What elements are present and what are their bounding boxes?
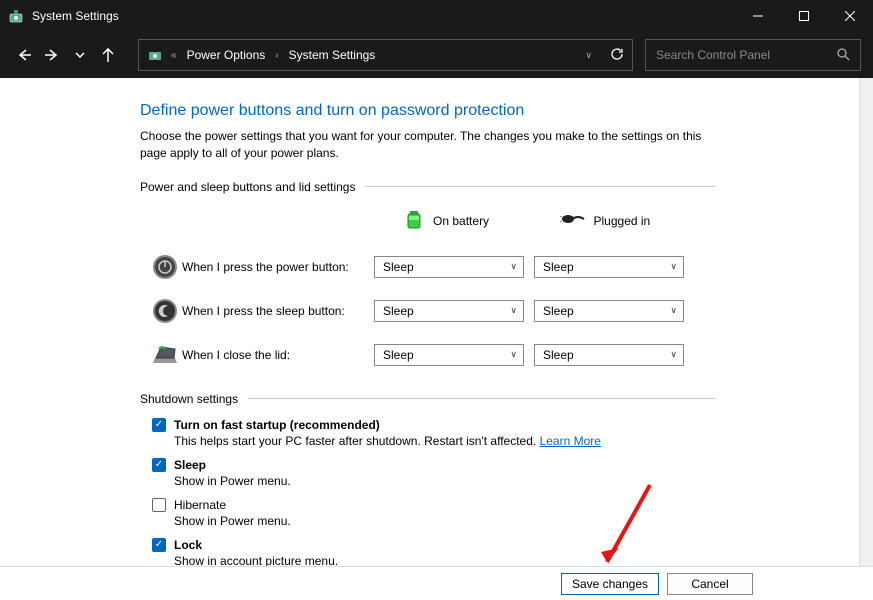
close-button[interactable] bbox=[827, 0, 873, 32]
sleep-item: Sleep Show in Power menu. bbox=[152, 458, 716, 488]
title-bar: System Settings bbox=[0, 0, 873, 32]
row-label: When I close the lid: bbox=[182, 348, 374, 362]
checkbox-label: Turn on fast startup (recommended) bbox=[174, 418, 380, 432]
checkbox-label: Lock bbox=[174, 538, 202, 552]
learn-more-link[interactable]: Learn More bbox=[540, 434, 601, 448]
checkbox-description: Show in Power menu. bbox=[174, 514, 716, 528]
breadcrumb-item[interactable]: Power Options bbox=[185, 48, 268, 62]
footer-bar: Save changes Cancel bbox=[0, 566, 873, 600]
chevron-down-icon: ∨ bbox=[510, 261, 517, 272]
forward-button[interactable] bbox=[40, 43, 64, 67]
page-description: Choose the power settings that you want … bbox=[140, 128, 716, 162]
refresh-button[interactable] bbox=[610, 47, 624, 64]
chevron-down-icon[interactable]: ∨ bbox=[581, 50, 596, 61]
app-icon bbox=[8, 8, 24, 24]
column-label: On battery bbox=[433, 214, 489, 228]
sleep-button-battery-select[interactable]: Sleep ∨ bbox=[374, 300, 524, 322]
page-heading: Define power buttons and turn on passwor… bbox=[140, 102, 716, 120]
cancel-button[interactable]: Cancel bbox=[667, 573, 753, 595]
hibernate-item: Hibernate Show in Power menu. bbox=[152, 498, 716, 528]
checkbox-label: Hibernate bbox=[174, 498, 226, 512]
power-button-battery-select[interactable]: Sleep ∨ bbox=[374, 256, 524, 278]
sleep-button-plugged-select[interactable]: Sleep ∨ bbox=[534, 300, 684, 322]
content-area: Define power buttons and turn on passwor… bbox=[0, 78, 873, 566]
battery-icon bbox=[403, 208, 425, 233]
checkbox-label: Sleep bbox=[174, 458, 206, 472]
address-bar[interactable]: « Power Options › System Settings ∨ bbox=[138, 39, 633, 71]
lid-row: When I close the lid: Sleep ∨ Sleep ∨ bbox=[148, 340, 716, 370]
section-label: Shutdown settings bbox=[140, 392, 238, 406]
checkbox-description: This helps start your PC faster after sh… bbox=[174, 434, 716, 448]
column-label: Plugged in bbox=[594, 214, 651, 228]
row-label: When I press the power button: bbox=[182, 260, 374, 274]
sleep-checkbox[interactable] bbox=[152, 458, 166, 472]
section-label: Power and sleep buttons and lid settings bbox=[140, 180, 355, 194]
chevron-right-icon: › bbox=[271, 50, 282, 61]
fast-startup-checkbox[interactable] bbox=[152, 418, 166, 432]
window-title: System Settings bbox=[32, 9, 119, 23]
plug-icon bbox=[560, 211, 586, 230]
control-panel-icon bbox=[147, 46, 163, 65]
breadcrumb-item[interactable]: System Settings bbox=[287, 48, 378, 62]
chevron-icon: « bbox=[167, 50, 181, 61]
section-header: Shutdown settings bbox=[140, 392, 716, 406]
chevron-down-icon: ∨ bbox=[510, 305, 517, 316]
save-changes-button[interactable]: Save changes bbox=[561, 573, 659, 595]
lid-battery-select[interactable]: Sleep ∨ bbox=[374, 344, 524, 366]
grid-header: On battery Plugged in bbox=[148, 206, 716, 236]
sleep-button-icon bbox=[148, 298, 182, 324]
row-label: When I press the sleep button: bbox=[182, 304, 374, 318]
power-button-icon bbox=[148, 254, 182, 280]
chevron-down-icon: ∨ bbox=[670, 261, 677, 272]
nav-bar: « Power Options › System Settings ∨ bbox=[0, 32, 873, 78]
lid-plugged-select[interactable]: Sleep ∨ bbox=[534, 344, 684, 366]
chevron-down-icon: ∨ bbox=[670, 305, 677, 316]
fast-startup-item: Turn on fast startup (recommended) This … bbox=[152, 418, 716, 448]
lock-item: Lock Show in account picture menu. bbox=[152, 538, 716, 566]
maximize-button[interactable] bbox=[781, 0, 827, 32]
sleep-button-row: When I press the sleep button: Sleep ∨ S… bbox=[148, 296, 716, 326]
search-icon bbox=[836, 47, 850, 64]
power-button-plugged-select[interactable]: Sleep ∨ bbox=[534, 256, 684, 278]
minimize-button[interactable] bbox=[735, 0, 781, 32]
checkbox-description: Show in account picture menu. bbox=[174, 554, 716, 566]
search-input[interactable] bbox=[656, 48, 816, 62]
checkbox-description: Show in Power menu. bbox=[174, 474, 716, 488]
search-box[interactable] bbox=[645, 39, 861, 71]
lock-checkbox[interactable] bbox=[152, 538, 166, 552]
history-dropdown[interactable] bbox=[68, 43, 92, 67]
chevron-down-icon: ∨ bbox=[510, 349, 517, 360]
up-button[interactable] bbox=[96, 43, 120, 67]
scrollbar[interactable] bbox=[859, 78, 873, 566]
back-button[interactable] bbox=[12, 43, 36, 67]
laptop-lid-icon bbox=[148, 344, 182, 366]
section-header: Power and sleep buttons and lid settings bbox=[140, 180, 716, 194]
power-button-row: When I press the power button: Sleep ∨ S… bbox=[148, 252, 716, 282]
chevron-down-icon: ∨ bbox=[670, 349, 677, 360]
hibernate-checkbox[interactable] bbox=[152, 498, 166, 512]
